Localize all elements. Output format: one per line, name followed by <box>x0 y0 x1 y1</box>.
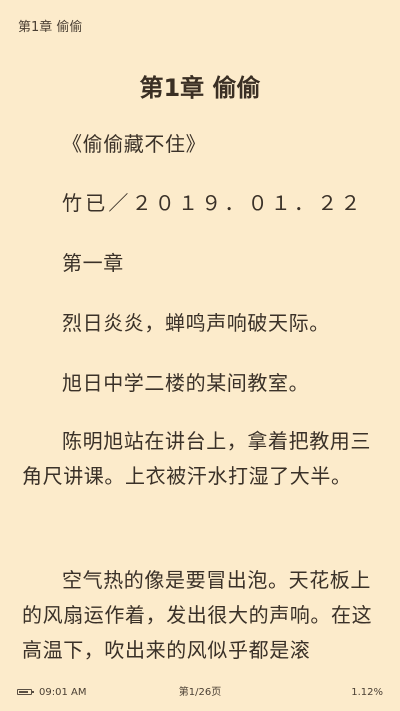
paragraph: 旭日中学二楼的某间教室。 <box>62 371 310 395</box>
paragraph-author-date: 竹已／２０１９．０１．２２ <box>62 191 364 215</box>
chapter-title: 第1章 偷偷 <box>139 74 261 102</box>
reading-progress: 1.12% <box>351 687 383 698</box>
paragraph-chapter-heading: 第一章 <box>62 251 124 275</box>
paragraph: 空气热的像是要冒出泡。天花板上的风扇运作着，发出很大的声响。在这高温下，吹出来的… <box>22 568 373 662</box>
reader-page[interactable]: 第1章 偷偷 《偷偷藏不住》 竹已／２０１９．０１．２２ 第一章 烈日炎炎，蝉鸣… <box>0 0 400 680</box>
paragraph: 陈明旭站在讲台上，拿着把教用三角尺讲课。上衣被汗水打湿了大半。 <box>22 429 371 488</box>
status-footer: 09:01 AM 第1/26页 1.12% <box>0 683 400 703</box>
paragraph-book-title: 《偷偷藏不住》 <box>62 132 207 156</box>
paragraph: 烈日炎炎，蝉鸣声响破天际。 <box>62 311 330 335</box>
page-indicator: 第1/26页 <box>178 687 222 698</box>
